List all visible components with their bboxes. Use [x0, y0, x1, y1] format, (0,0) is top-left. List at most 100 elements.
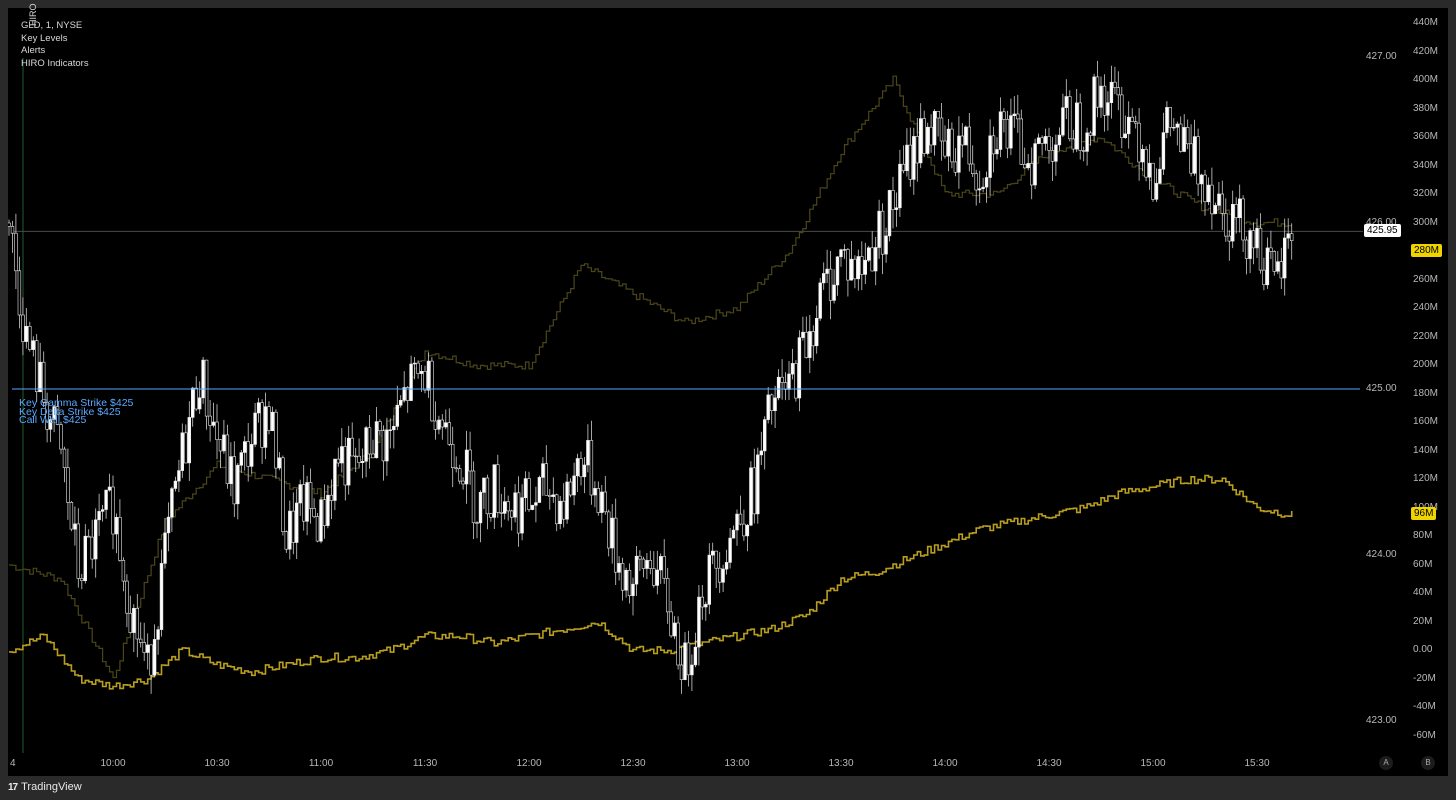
candle: [1061, 93, 1065, 137]
candle: [114, 513, 119, 554]
volume-tick-label: 400M: [1413, 74, 1439, 86]
candle-body: [506, 501, 510, 512]
candle-body: [17, 270, 22, 316]
candle: [163, 518, 167, 569]
candle: [239, 449, 243, 473]
candle-body: [658, 556, 663, 571]
candle: [416, 360, 420, 379]
candle-body: [898, 163, 902, 209]
candle: [312, 498, 316, 519]
candle-body: [198, 397, 202, 410]
candle-body: [298, 484, 302, 504]
candle-body: [1206, 184, 1211, 203]
candle: [350, 422, 354, 457]
candle: [222, 419, 226, 454]
candle-body: [364, 427, 368, 462]
candle: [665, 567, 670, 624]
candle: [1043, 128, 1048, 151]
candle-body: [1182, 127, 1186, 152]
candle-body: [548, 494, 552, 497]
candle-body: [1054, 144, 1058, 162]
tradingview-brand[interactable]: 17 TradingView: [8, 781, 82, 793]
candle-body: [225, 434, 230, 484]
candle: [381, 425, 386, 481]
candle-body: [374, 421, 379, 459]
candle-body: [825, 268, 829, 274]
candle: [939, 103, 944, 161]
volume-tick-label: 300M: [1413, 216, 1439, 228]
candle-body: [437, 419, 441, 430]
legend-item-hiro[interactable]: HIRO Indicators: [21, 58, 89, 71]
candle: [1033, 138, 1037, 190]
candle-body: [1057, 134, 1062, 146]
candle-body: [801, 331, 805, 338]
candle: [1189, 124, 1193, 177]
candle: [201, 357, 205, 404]
candle-body: [1251, 230, 1256, 249]
candle: [1137, 108, 1141, 181]
candle-body: [974, 173, 978, 191]
candle: [853, 255, 857, 289]
candle-body: [697, 596, 701, 648]
candle-body: [263, 406, 268, 448]
chart-canvas[interactable]: [8, 8, 1448, 776]
candle: [606, 509, 611, 557]
candle: [232, 441, 236, 517]
candle: [1210, 167, 1214, 230]
legend-item-alerts[interactable]: Alerts: [21, 45, 89, 58]
candle-body: [301, 484, 306, 522]
candle: [1175, 121, 1180, 146]
candle-body: [1165, 107, 1169, 133]
candle-body: [152, 639, 157, 676]
candle-body: [544, 463, 549, 496]
candle: [929, 114, 933, 153]
candle: [561, 483, 566, 528]
volume-tick-label: 420M: [1413, 45, 1439, 57]
candle: [1036, 133, 1041, 145]
candle-body: [159, 563, 164, 630]
candle: [655, 550, 660, 595]
candle: [957, 116, 961, 189]
chart-frame[interactable]: GLD, 1, NYSE Key Levels Alerts HIRO Indi…: [8, 4, 1448, 776]
candle: [887, 189, 892, 242]
candle: [1251, 222, 1256, 265]
candle: [1102, 74, 1107, 132]
candle-body: [1036, 137, 1041, 144]
candle-body: [541, 463, 545, 478]
footer-bar: 17 TradingView: [0, 776, 1456, 800]
candle: [24, 308, 28, 349]
candle-body: [104, 489, 108, 510]
candle-body: [1123, 133, 1128, 139]
candle-body: [669, 611, 673, 637]
settings-button[interactable]: B: [1421, 756, 1435, 770]
candle: [516, 476, 521, 547]
candle: [704, 601, 708, 621]
candle: [960, 123, 965, 158]
candle-body: [277, 457, 282, 469]
candle-body: [423, 370, 427, 391]
candle-body: [31, 340, 35, 350]
candle: [658, 553, 663, 584]
candle-body: [371, 453, 375, 459]
candle-body: [773, 397, 777, 411]
candle: [1196, 128, 1200, 196]
volume-tick-label: -20M: [1413, 672, 1436, 684]
auto-scale-button[interactable]: A: [1379, 756, 1393, 770]
candle: [832, 269, 836, 304]
strike-labels: Key Gamma Strike $425 Key Delta Strike $…: [19, 398, 133, 425]
candle-body: [613, 517, 618, 573]
candle: [565, 473, 569, 524]
candle: [1040, 135, 1044, 156]
candle: [229, 442, 233, 497]
candle: [489, 513, 493, 522]
candle: [724, 549, 729, 575]
volume-tick-label: 160M: [1413, 416, 1439, 428]
candle-body: [419, 370, 424, 374]
candle: [419, 365, 424, 392]
legend-item-key-levels[interactable]: Key Levels: [21, 33, 89, 46]
candle-body: [166, 516, 171, 534]
candle-body: [492, 464, 496, 518]
candle: [898, 149, 902, 217]
candle-body: [561, 500, 566, 520]
candle: [128, 595, 133, 634]
